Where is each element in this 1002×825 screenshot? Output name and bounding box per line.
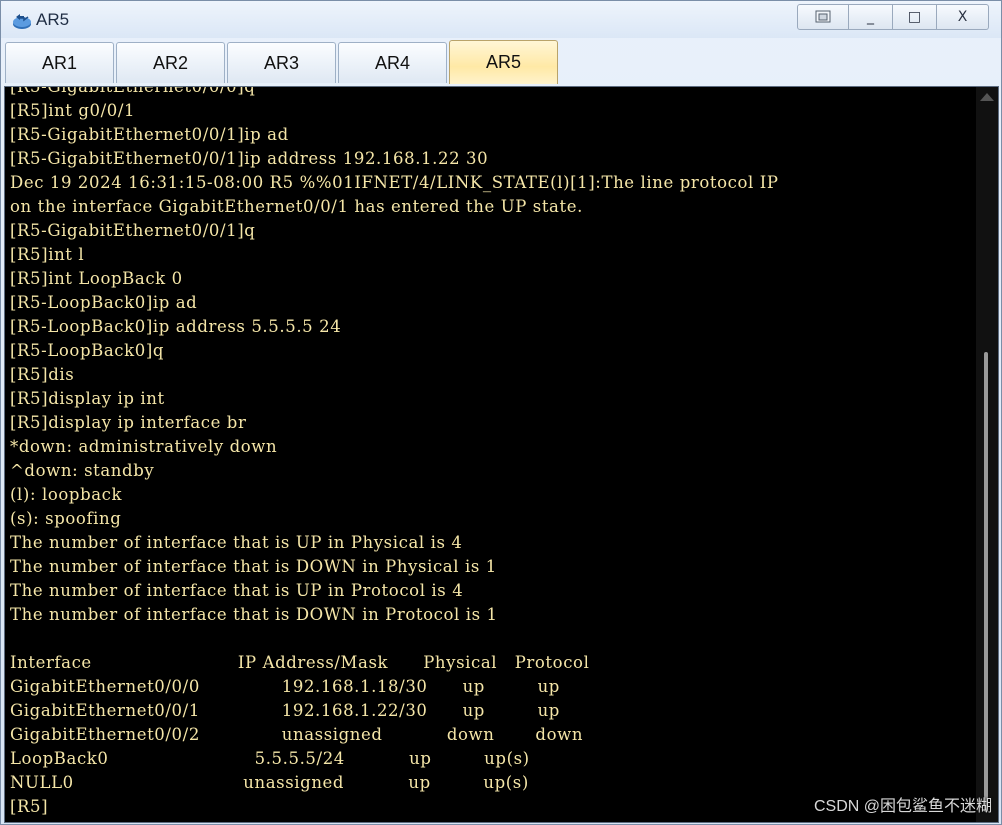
terminal-line: ^down: standby bbox=[10, 461, 155, 480]
terminal-line: NULL0 unassigned up up(s) bbox=[10, 773, 529, 792]
scroll-up-icon[interactable] bbox=[980, 93, 994, 101]
terminal-line: [R5]display ip interface br bbox=[10, 413, 247, 432]
terminal-line: [R5-LoopBack0]q bbox=[10, 341, 165, 360]
window-title: AR5 bbox=[36, 10, 70, 29]
terminal-line: The number of interface that is UP in Ph… bbox=[10, 533, 463, 552]
terminal-line: The number of interface that is DOWN in … bbox=[10, 557, 497, 576]
minimize-icon: _ bbox=[867, 9, 874, 25]
terminal-line: [R5]int l bbox=[10, 245, 85, 264]
tab-ar3[interactable]: AR3 bbox=[227, 42, 336, 83]
terminal-line: GigabitEthernet0/0/2 unassigned down dow… bbox=[10, 725, 584, 744]
tab-ar4[interactable]: AR4 bbox=[338, 42, 447, 83]
router-app-icon bbox=[13, 14, 31, 29]
terminal-line: [R5-GigabitEthernet0/0/1]q bbox=[10, 221, 256, 240]
minimize-button[interactable]: _ bbox=[849, 4, 893, 30]
terminal-line: *down: administratively down bbox=[10, 437, 278, 456]
terminal-line: GigabitEthernet0/0/0 192.168.1.18/30 up … bbox=[10, 677, 560, 696]
app-window: AR5 _ □ X AR1 AR2 AR3 AR4 AR5 [R5-Gigabi… bbox=[0, 0, 1002, 825]
maximize-icon: □ bbox=[907, 9, 922, 25]
terminal-line: [R5-GigabitEthernet0/0/1]ip ad bbox=[10, 125, 289, 144]
terminal-line: [R5]int g0/0/1 bbox=[10, 101, 136, 120]
scroll-thumb[interactable] bbox=[984, 352, 988, 812]
terminal-line: [R5-GigabitEthernet0/0/0]q bbox=[10, 86, 256, 96]
terminal-line: [R5]int LoopBack 0 bbox=[10, 269, 183, 288]
title-bar[interactable]: AR5 _ □ X bbox=[1, 1, 1001, 38]
terminal-output: [R5-GigabitEthernet0/0/0]q [R5]int g0/0/1… bbox=[10, 86, 779, 819]
terminal-line: (l): loopback bbox=[10, 485, 123, 504]
tab-ar5[interactable]: AR5 bbox=[449, 40, 558, 84]
close-icon: X bbox=[957, 9, 968, 25]
terminal-line: on the interface GigabitEthernet0/0/1 ha… bbox=[10, 197, 583, 216]
terminal-line: Interface IP Address/Mask Physical Proto… bbox=[10, 653, 590, 672]
tab-ar2[interactable]: AR2 bbox=[116, 42, 225, 83]
device-tabs: AR1 AR2 AR3 AR4 AR5 bbox=[5, 40, 560, 85]
restore-window-icon bbox=[815, 10, 831, 23]
tab-ar1[interactable]: AR1 bbox=[5, 42, 114, 83]
terminal-line: [R5] bbox=[10, 797, 49, 816]
window-controls: _ □ X bbox=[797, 4, 989, 32]
terminal-line: LoopBack0 5.5.5.5/24 up up(s) bbox=[10, 749, 530, 768]
terminal-line: [R5-LoopBack0]ip ad bbox=[10, 293, 198, 312]
terminal-line: [R5-GigabitEthernet0/0/1]ip address 192.… bbox=[10, 149, 489, 168]
terminal-line: Dec 19 2024 16:31:15-08:00 R5 %%01IFNET/… bbox=[10, 173, 779, 192]
vertical-scrollbar[interactable] bbox=[976, 87, 998, 822]
terminal-line: [R5-LoopBack0]ip address 5.5.5.5 24 bbox=[10, 317, 342, 336]
terminal-line: The number of interface that is DOWN in … bbox=[10, 605, 498, 624]
terminal-line: (s): spoofing bbox=[10, 509, 122, 528]
terminal-console[interactable]: [R5-GigabitEthernet0/0/0]q [R5]int g0/0/1… bbox=[4, 86, 999, 823]
maximize-button[interactable]: □ bbox=[893, 4, 937, 30]
terminal-line: The number of interface that is UP in Pr… bbox=[10, 581, 464, 600]
watermark: CSDN @困包鲨鱼不迷糊 bbox=[813, 798, 992, 815]
close-button[interactable]: X bbox=[937, 4, 989, 30]
terminal-line: [R5]dis bbox=[10, 365, 75, 384]
terminal-line: GigabitEthernet0/0/1 192.168.1.22/30 up … bbox=[10, 701, 560, 720]
restore-window-button[interactable] bbox=[797, 4, 849, 30]
terminal-line: [R5]display ip int bbox=[10, 389, 165, 408]
